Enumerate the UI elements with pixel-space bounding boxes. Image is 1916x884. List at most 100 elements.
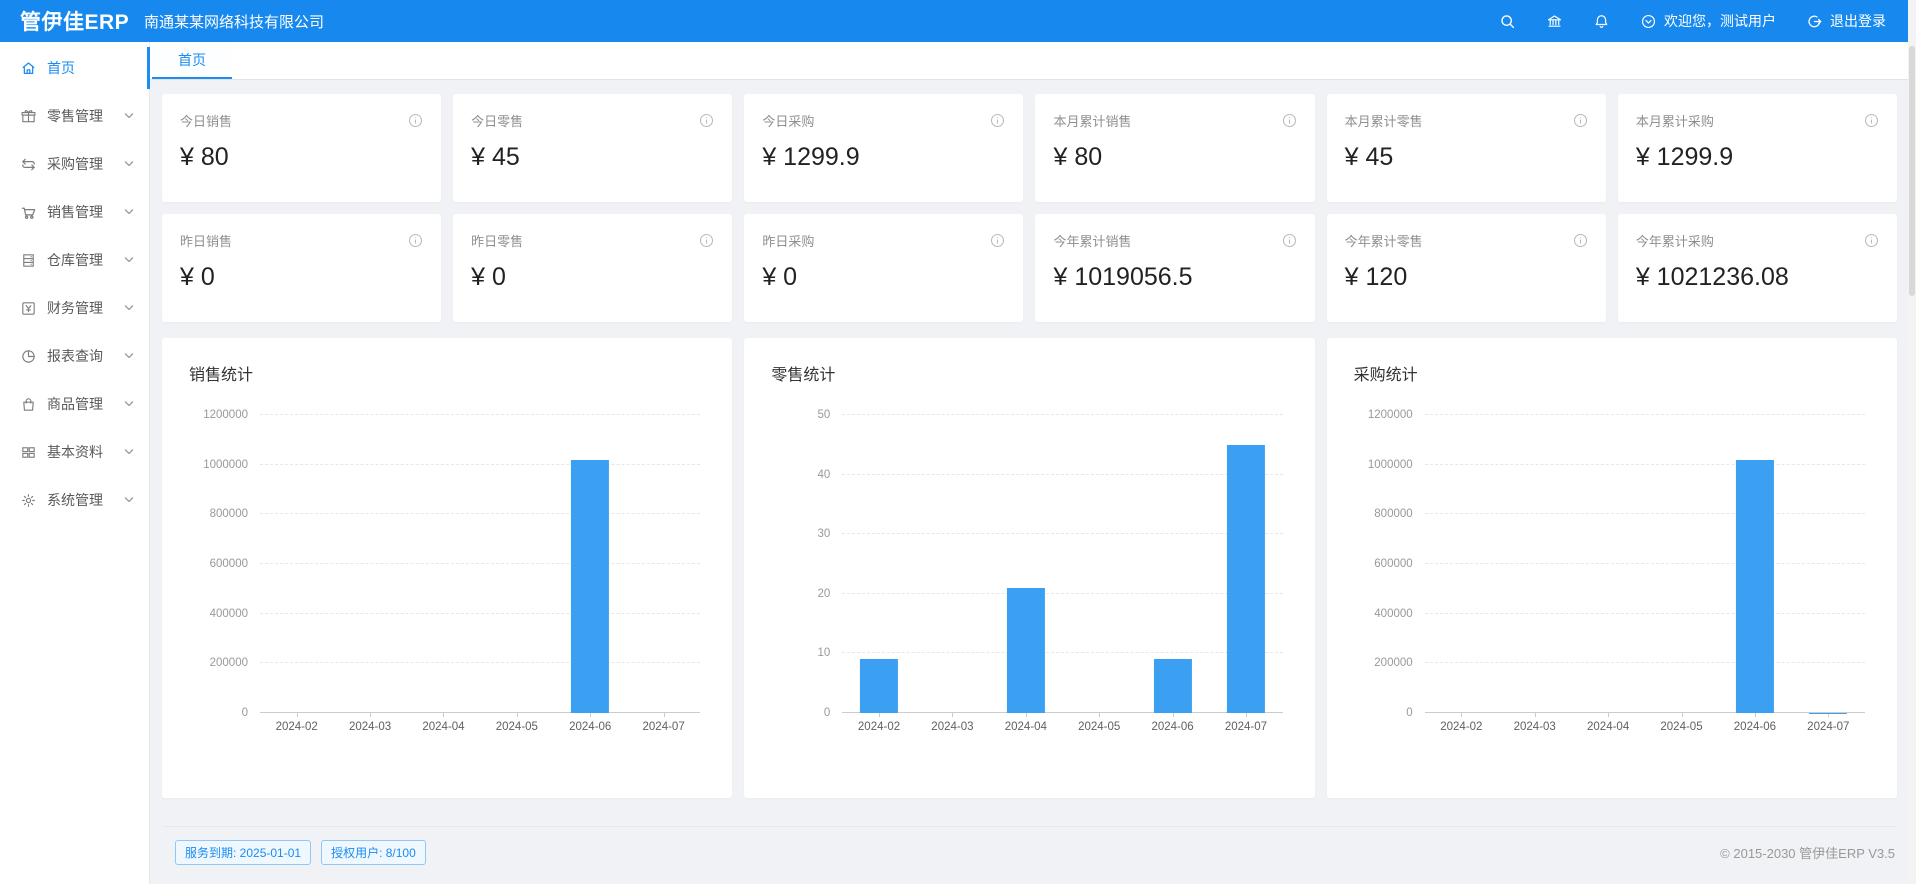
info-icon[interactable] [1864,113,1879,128]
x-axis-label: 2024-07 [643,721,685,733]
x-axis-label: 2024-02 [276,721,318,733]
stat-label: 本月累计销售 [1053,111,1131,130]
gridline [842,652,1282,653]
scrollbar-thumb[interactable] [1909,46,1915,296]
stat-value: ¥ 1299.9 [1636,143,1879,172]
x-axis-label: 2024-06 [1734,721,1776,733]
stat-card: 今年累计采购¥ 1021236.08 [1618,214,1897,322]
info-icon[interactable] [990,113,1005,128]
cart-icon [20,204,37,221]
finance-icon [20,300,37,317]
stat-label: 本月累计零售 [1345,111,1423,130]
bank-icon[interactable] [1546,13,1563,30]
stat-card-header: 今年累计采购 [1636,231,1879,250]
y-axis: 01020304050 [758,415,830,713]
warehouse-icon [20,252,37,269]
chevron-down-icon [123,398,135,410]
info-icon[interactable] [1573,233,1588,248]
sidebar-item-purchase[interactable]: 采购管理 [0,140,149,188]
scrollbar[interactable] [1908,0,1916,884]
info-icon[interactable] [699,113,714,128]
sidebar-item-home[interactable]: 首页 [0,44,149,92]
tab-home[interactable]: 首页 [152,42,232,79]
info-icon[interactable] [1282,113,1297,128]
x-axis-tick [443,713,444,717]
info-icon[interactable] [1573,113,1588,128]
chart-panel-1: 零售统计 010203040502024-022024-032024-042024… [744,338,1314,798]
chevron-down-icon [123,110,135,122]
info-icon[interactable] [408,233,423,248]
x-axis-line [842,712,1282,713]
search-icon[interactable] [1499,13,1516,30]
stat-value: ¥ 1299.9 [762,143,1005,172]
y-axis-label: 1200000 [1368,409,1413,421]
y-axis: 020000040000060000080000010000001200000 [1341,415,1413,713]
sidebar-item-finance[interactable]: 财务管理 [0,284,149,332]
stat-card-header: 今日零售 [471,111,714,130]
topbar-actions: 欢迎您，测试用户 退出登录 [1499,11,1916,31]
stat-label: 本月累计采购 [1636,111,1714,130]
stat-card-header: 昨日零售 [471,231,714,250]
x-axis-label: 2024-04 [1587,721,1629,733]
plot-region: 2024-022024-032024-042024-052024-062024-… [842,415,1282,713]
stat-value: ¥ 0 [180,263,423,292]
x-axis-label: 2024-05 [496,721,538,733]
chart-panel-0: 销售统计020000040000060000080000010000001200… [162,338,732,798]
sidebar-item-reports[interactable]: 报表查询 [0,332,149,380]
chart-title: 零售统计 [744,338,1314,385]
licensed-users-badge: 授权用户: 8/100 [321,840,426,865]
gridline [1425,464,1865,465]
stat-card: 今日采购 ¥ 1299.9 [744,94,1023,202]
x-axis-label: 2024-04 [422,721,464,733]
chevron-down-icon [123,494,135,506]
bar [1153,659,1191,713]
charts-grid: 销售统计020000040000060000080000010000001200… [162,338,1897,798]
sidebar-item-goods[interactable]: 商品管理 [0,380,149,428]
x-axis-tick [1755,713,1756,717]
x-axis-tick [1099,713,1100,717]
service-expiry-badge: 服务到期: 2025-01-01 [175,840,311,865]
stat-card-header: 本月累计销售 [1053,111,1296,130]
x-axis-tick [879,713,880,717]
sidebar-item-system[interactable]: 系统管理 [0,476,149,524]
user-circle-icon [1640,13,1657,30]
stat-label: 昨日销售 [180,231,232,250]
user-menu[interactable]: 欢迎您，测试用户 [1640,11,1776,31]
gift-icon [20,108,37,125]
stat-card: 本月累计销售¥ 80 [1035,94,1314,202]
main-area: 首页 今日销售¥ 80今日零售¥ 45今日采购¥ 1299.9本月累计销售¥ 8… [150,42,1916,884]
y-axis-label: 400000 [210,608,248,620]
x-axis-label: 2024-03 [1514,721,1556,733]
x-axis-tick [1461,713,1462,717]
info-icon[interactable] [699,233,714,248]
y-axis-label: 50 [818,409,831,421]
info-icon[interactable] [1864,233,1879,248]
y-axis-label: 1200000 [203,409,248,421]
app-logo: 管伊佳ERP [0,6,136,36]
sidebar-item-basic-data[interactable]: 基本资料 [0,428,149,476]
bar [1736,460,1774,713]
info-icon[interactable] [408,113,423,128]
stat-label: 今日采购 [762,111,814,130]
gridline [260,563,700,564]
gridline [842,593,1282,594]
sidebar-item-sales[interactable]: 销售管理 [0,188,149,236]
info-icon[interactable] [1282,233,1297,248]
stat-label: 昨日采购 [762,231,814,250]
sidebar: 首页零售管理采购管理销售管理仓库管理财务管理报表查询商品管理基本资料系统管理 [0,42,150,884]
stat-card: 今日零售¥ 45 [453,94,732,202]
chevron-down-icon [123,254,135,266]
bell-icon[interactable] [1593,13,1610,30]
x-axis-label: 2024-07 [1807,721,1849,733]
info-icon[interactable] [990,233,1005,248]
sidebar-item-retail[interactable]: 零售管理 [0,92,149,140]
sidebar-item-warehouse[interactable]: 仓库管理 [0,236,149,284]
bar [1227,445,1265,713]
chevron-down-icon [123,158,135,170]
x-axis-tick [952,713,953,717]
logout-button[interactable]: 退出登录 [1806,11,1886,31]
gridline [260,662,700,663]
y-axis-label: 200000 [210,657,248,669]
y-axis-label: 1000000 [203,459,248,471]
y-axis-label: 800000 [210,508,248,520]
